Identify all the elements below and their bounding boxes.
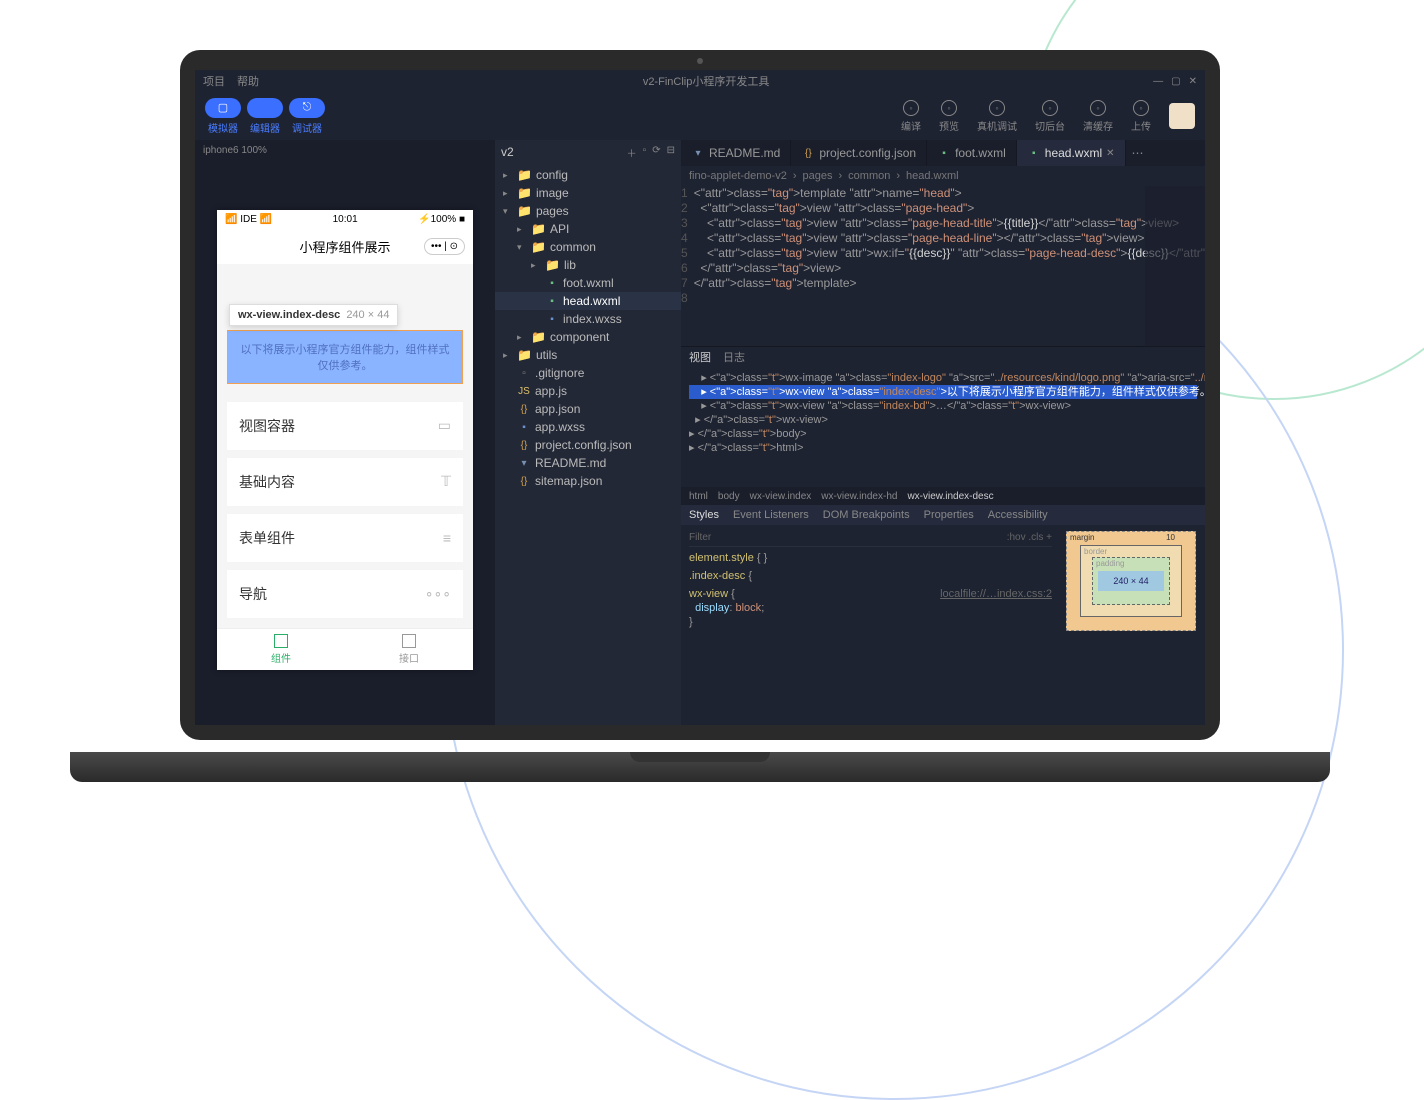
elements-tree[interactable]: ▸ <"a">class="t">wx-image "a">class="ind… — [681, 367, 1205, 487]
styles-tab-DOM Breakpoints[interactable]: DOM Breakpoints — [823, 509, 910, 521]
crumb-common[interactable]: common — [848, 170, 890, 182]
filter-input[interactable]: Filter — [689, 532, 711, 543]
styles-pane[interactable]: Filter :hov .cls + element.style { }.ind… — [681, 525, 1060, 725]
new-folder-icon[interactable]: ▫ — [643, 145, 647, 160]
tree-component[interactable]: ▸📁 component — [495, 328, 681, 346]
editor-tab-foot.wxml[interactable]: ▪ foot.wxml — [927, 140, 1017, 166]
editor-panel: ▾ README.md{} project.config.json▪ foot.… — [681, 140, 1205, 725]
action-真机调试[interactable]: ◦真机调试 — [977, 100, 1017, 133]
action-预览[interactable]: ◦预览 — [939, 100, 959, 133]
editor-tab-head.wxml[interactable]: ▪ head.wxml ✕ — [1017, 140, 1126, 166]
styles-tab-Accessibility[interactable]: Accessibility — [988, 509, 1048, 521]
collapse-icon[interactable]: ⊟ — [667, 145, 675, 160]
card-表单组件[interactable]: 表单组件≡ — [227, 514, 463, 562]
menu-帮助[interactable]: 帮助 — [237, 73, 259, 89]
action-清缓存[interactable]: ◦清缓存 — [1083, 100, 1113, 133]
tree-README.md[interactable]: ▾ README.md — [495, 454, 681, 472]
dom-crumb-wx-view.index-desc[interactable]: wx-view.index-desc — [907, 491, 993, 502]
styles-tab-Properties[interactable]: Properties — [924, 509, 974, 521]
card-视图容器[interactable]: 视图容器▭ — [227, 402, 463, 450]
dom-crumb-html[interactable]: html — [689, 491, 708, 502]
tab-接口[interactable]: 接口 — [345, 629, 473, 670]
dom-crumb-body[interactable]: body — [718, 491, 740, 502]
ide-window: 项目帮助 v2-FinClip小程序开发工具 — ▢ ✕ ▢模拟器编辑器⎋调试器… — [195, 70, 1205, 725]
minimize-button[interactable]: — — [1153, 76, 1163, 87]
file-explorer: v2 ＋ ▫ ⟳ ⊟ ▸📁 config▸📁 image▾📁 pages▸📁 A… — [495, 140, 681, 725]
tree-common[interactable]: ▾📁 common — [495, 238, 681, 256]
dom-crumb-wx-view.index[interactable]: wx-view.index — [750, 491, 812, 502]
tree-config[interactable]: ▸📁 config — [495, 166, 681, 184]
box-model: margin10 border padding 240 × 44 — [1060, 525, 1205, 725]
tree-.gitignore[interactable]: ▫ .gitignore — [495, 364, 681, 382]
styles-tab-Styles[interactable]: Styles — [689, 509, 719, 521]
toolbar: ▢模拟器编辑器⎋调试器 ◦编译 ◦预览 ◦真机调试 ◦切后台 ◦清缓存 ◦上传 — [195, 92, 1205, 140]
crumb-pages[interactable]: pages — [803, 170, 833, 182]
crumb-head.wxml[interactable]: head.wxml — [906, 170, 959, 182]
tree-foot.wxml[interactable]: ▪ foot.wxml — [495, 274, 681, 292]
devtools: 视图日志 ▸ <"a">class="t">wx-image "a">class… — [681, 346, 1205, 725]
tree-app.wxss[interactable]: ▪ app.wxss — [495, 418, 681, 436]
window-title: v2-FinClip小程序开发工具 — [259, 73, 1153, 89]
card-基础内容[interactable]: 基础内容𝕋 — [227, 458, 463, 506]
tree-lib[interactable]: ▸📁 lib — [495, 256, 681, 274]
mode-模拟器[interactable]: ▢模拟器 — [205, 98, 241, 135]
tree-index.wxss[interactable]: ▪ index.wxss — [495, 310, 681, 328]
tree-API[interactable]: ▸📁 API — [495, 220, 681, 238]
laptop-frame: 项目帮助 v2-FinClip小程序开发工具 — ▢ ✕ ▢模拟器编辑器⎋调试器… — [180, 50, 1220, 760]
tree-image[interactable]: ▸📁 image — [495, 184, 681, 202]
tab-组件[interactable]: 组件 — [217, 629, 345, 670]
devtools-tab-日志[interactable]: 日志 — [723, 349, 745, 365]
tree-app.json[interactable]: {} app.json — [495, 400, 681, 418]
highlighted-element[interactable]: 以下将展示小程序官方组件能力，组件样式仅供参考。 — [227, 330, 463, 384]
status-battery: ⚡100% ■ — [418, 214, 465, 225]
project-root[interactable]: v2 — [501, 145, 514, 159]
inspect-tooltip: wx-view.index-desc240 × 44 — [229, 304, 398, 326]
simulator-panel: iphone6 100% 📶 IDE 📶 10:01 ⚡100% ■ 小程序组件… — [195, 140, 495, 725]
phone-preview: 📶 IDE 📶 10:01 ⚡100% ■ 小程序组件展示 ••• | ⊙ wx… — [217, 210, 473, 670]
card-导航[interactable]: 导航∘∘∘ — [227, 570, 463, 618]
minimap[interactable] — [1145, 186, 1205, 346]
avatar[interactable] — [1169, 103, 1195, 129]
tree-app.js[interactable]: JS app.js — [495, 382, 681, 400]
device-label: iphone6 100% — [195, 140, 495, 160]
action-上传[interactable]: ◦上传 — [1131, 100, 1151, 133]
close-button[interactable]: ✕ — [1189, 76, 1197, 87]
action-切后台[interactable]: ◦切后台 — [1035, 100, 1065, 133]
tabs-more-icon[interactable]: ⋯ — [1126, 140, 1150, 166]
refresh-icon[interactable]: ⟳ — [652, 145, 660, 160]
crumb-fino-applet-demo-v2[interactable]: fino-applet-demo-v2 — [689, 170, 787, 182]
action-编译[interactable]: ◦编译 — [901, 100, 921, 133]
menu-项目[interactable]: 项目 — [203, 73, 225, 89]
status-signal: 📶 IDE 📶 — [225, 214, 272, 225]
tree-project.config.json[interactable]: {} project.config.json — [495, 436, 681, 454]
tree-pages[interactable]: ▾📁 pages — [495, 202, 681, 220]
titlebar: 项目帮助 v2-FinClip小程序开发工具 — ▢ ✕ — [195, 70, 1205, 92]
maximize-button[interactable]: ▢ — [1171, 76, 1180, 87]
mode-调试器[interactable]: ⎋调试器 — [289, 98, 325, 135]
code-editor[interactable]: 12345678 <"attr">class="tag">template "a… — [681, 186, 1205, 346]
tree-sitemap.json[interactable]: {} sitemap.json — [495, 472, 681, 490]
status-time: 10:01 — [333, 214, 358, 225]
new-file-icon[interactable]: ＋ — [627, 145, 637, 160]
page-title: 小程序组件展示 — [299, 237, 390, 256]
devtools-tab-视图[interactable]: 视图 — [689, 349, 711, 365]
dom-crumb-wx-view.index-hd[interactable]: wx-view.index-hd — [821, 491, 897, 502]
tree-head.wxml[interactable]: ▪ head.wxml — [495, 292, 681, 310]
editor-tab-README.md[interactable]: ▾ README.md — [681, 140, 791, 166]
capsule-button[interactable]: ••• | ⊙ — [424, 238, 465, 255]
tree-utils[interactable]: ▸📁 utils — [495, 346, 681, 364]
styles-tab-Event Listeners[interactable]: Event Listeners — [733, 509, 809, 521]
editor-tab-project.config.json[interactable]: {} project.config.json — [791, 140, 927, 166]
mode-编辑器[interactable]: 编辑器 — [247, 98, 283, 135]
